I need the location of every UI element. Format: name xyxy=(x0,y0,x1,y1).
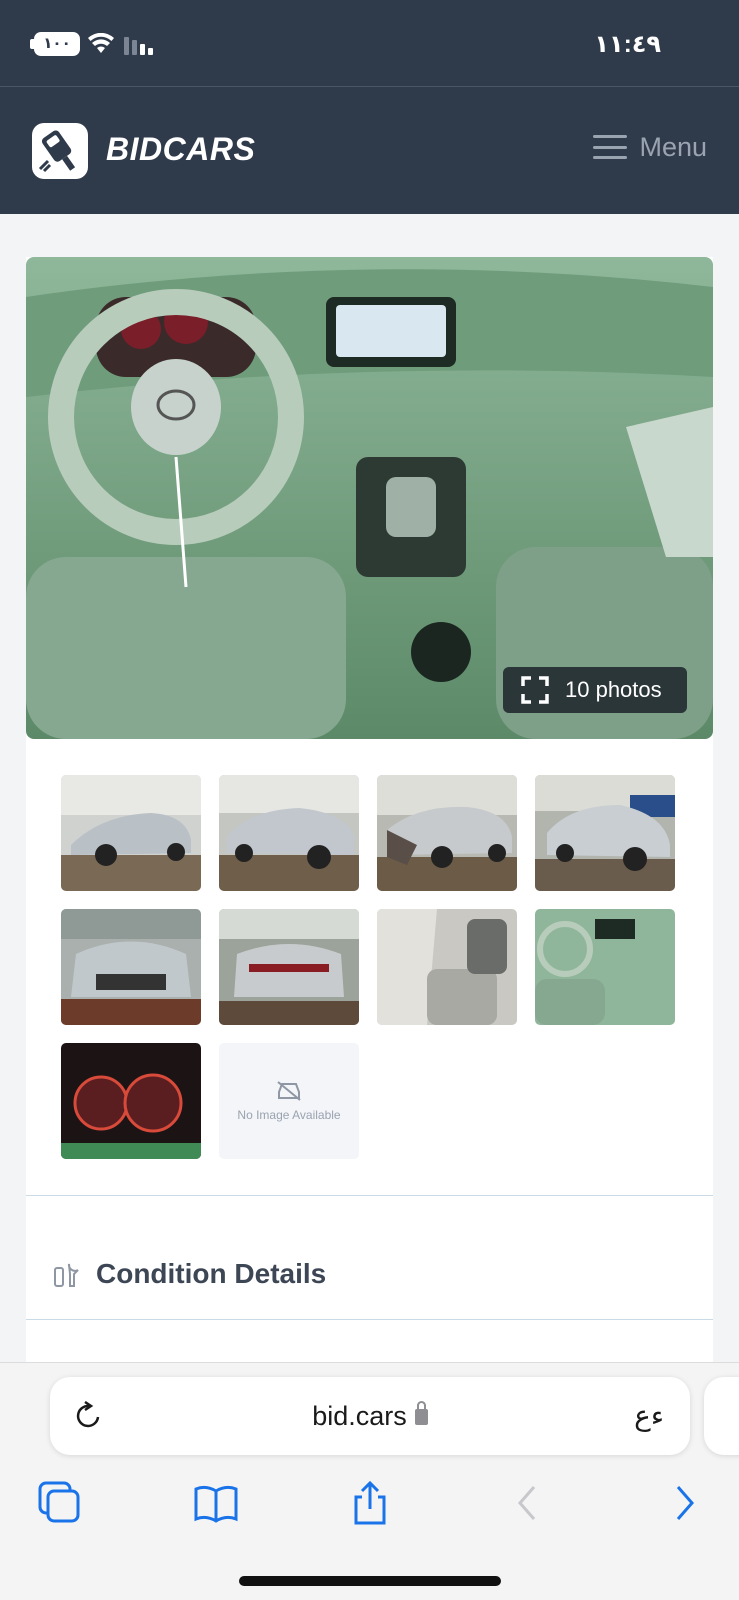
car-key-icon xyxy=(38,130,76,173)
status-bar: ١٠٠ ١١:٤٩ xyxy=(0,0,739,86)
section-divider xyxy=(26,1195,713,1196)
thumbnail-7[interactable] xyxy=(377,909,517,1025)
lock-icon xyxy=(414,1401,428,1425)
address-bar[interactable]: bid.cars ﺀﻉ xyxy=(50,1377,690,1455)
menu-button[interactable]: Menu xyxy=(593,127,707,167)
condition-details-title: Condition Details xyxy=(96,1258,327,1289)
no-image-car-icon xyxy=(277,1081,301,1101)
vehicle-card: 10 photos No Image Available Condition D… xyxy=(26,257,713,1377)
brand-name[interactable]: BIDCARS xyxy=(106,131,255,168)
text-size-button[interactable]: ﺀﻉ xyxy=(634,1399,664,1432)
thumbnail-6[interactable] xyxy=(219,909,359,1025)
next-tab-peek[interactable] xyxy=(704,1377,739,1455)
cellular-signal-icon xyxy=(124,37,153,55)
thumbnail-2[interactable] xyxy=(219,775,359,891)
hamburger-icon xyxy=(593,135,628,159)
thumbnail-8[interactable] xyxy=(535,909,675,1025)
fullscreen-icon xyxy=(521,676,549,704)
no-image-label: No Image Available xyxy=(237,1108,341,1122)
thumbnail-4[interactable] xyxy=(535,775,675,891)
back-icon[interactable] xyxy=(504,1479,552,1527)
photo-count-label: 10 photos xyxy=(565,677,662,702)
photo-count-badge[interactable]: 10 photos xyxy=(503,667,687,713)
share-icon[interactable] xyxy=(346,1479,394,1527)
menu-label: Menu xyxy=(639,131,707,162)
no-image-placeholder: No Image Available xyxy=(219,1043,359,1159)
thumbnail-3[interactable] xyxy=(377,775,517,891)
battery-indicator: ١٠٠ xyxy=(34,32,80,56)
wrench-screwdriver-icon xyxy=(54,1263,79,1287)
tabs-icon[interactable] xyxy=(36,1479,84,1527)
section-divider xyxy=(26,1319,713,1320)
home-indicator xyxy=(239,1576,501,1586)
browser-bottom-bar: bid.cars ﺀﻉ xyxy=(0,1362,739,1600)
wifi-icon xyxy=(88,33,114,53)
bookmarks-icon[interactable] xyxy=(192,1479,240,1527)
thumbnail-1[interactable] xyxy=(61,775,201,891)
main-vehicle-photo[interactable]: 10 photos xyxy=(26,257,713,739)
url-text: bid.cars xyxy=(312,1401,407,1431)
site-header: BIDCARS Menu xyxy=(0,86,739,214)
thumbnail-5[interactable] xyxy=(61,909,201,1025)
condition-details-header[interactable]: Condition Details xyxy=(52,1258,326,1290)
forward-icon[interactable] xyxy=(660,1479,708,1527)
url-display[interactable]: bid.cars xyxy=(50,1401,690,1432)
status-time: ١١:٤٩ xyxy=(594,31,661,58)
bidcars-logo[interactable] xyxy=(32,123,88,179)
thumbnail-9[interactable] xyxy=(61,1043,201,1159)
